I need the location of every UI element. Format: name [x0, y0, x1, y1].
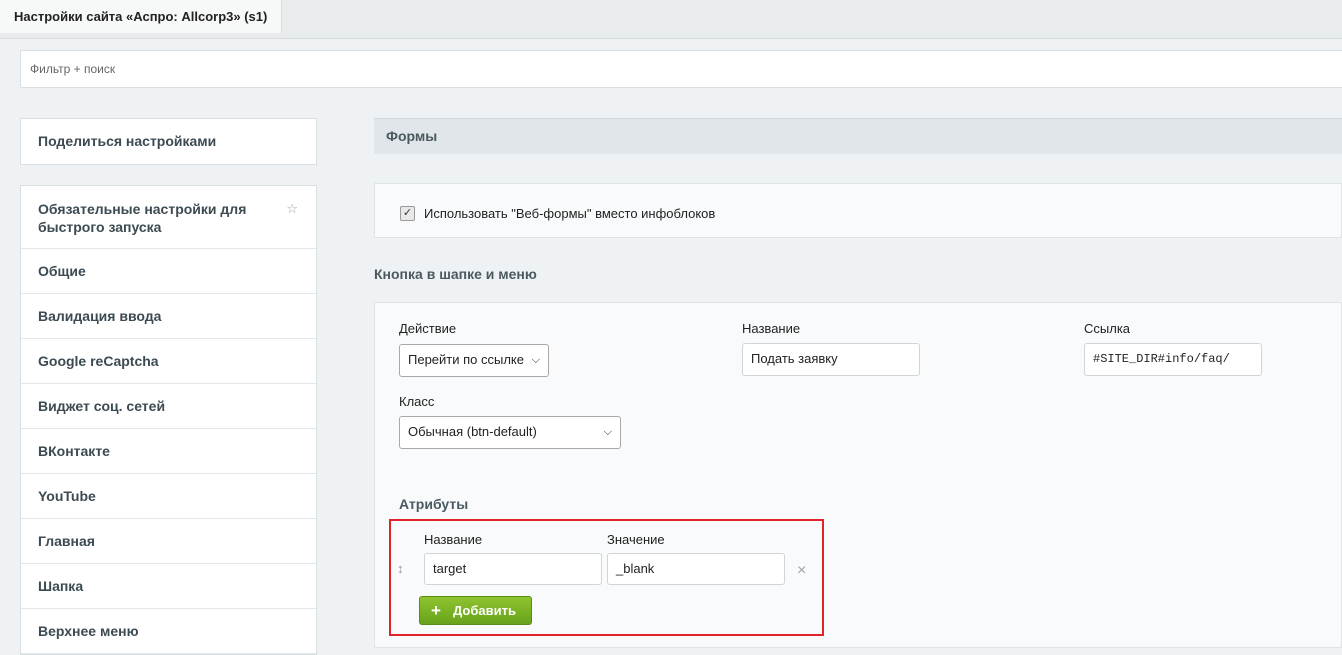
- webforms-checkbox[interactable]: ✓: [400, 206, 415, 221]
- attribute-value-header: Значение: [607, 532, 665, 547]
- add-attribute-button[interactable]: + Добавить: [419, 596, 532, 625]
- settings-sidebar: Обязательные настройки для быстрого запу…: [20, 185, 317, 655]
- close-icon[interactable]: ×: [797, 562, 806, 580]
- attributes-title: Атрибуты: [399, 496, 469, 512]
- action-select-value: Перейти по ссылке: [408, 352, 524, 367]
- sidebar-item-input-validation[interactable]: Валидация ввода: [21, 294, 316, 339]
- sidebar-item-general[interactable]: Общие: [21, 249, 316, 294]
- attribute-name-input[interactable]: target: [424, 553, 602, 585]
- sidebar-item-label: Обязательные настройки для быстрого запу…: [38, 201, 247, 235]
- tab-site-settings[interactable]: Настройки сайта «Аспро: Allcorp3» (s1): [0, 0, 282, 33]
- checkmark-icon: ✓: [402, 207, 413, 219]
- webforms-checkbox-label: Использовать "Веб-формы" вместо инфоблок…: [424, 206, 716, 221]
- sidebar-item-vkontakte[interactable]: ВКонтакте: [21, 429, 316, 474]
- class-select[interactable]: Обычная (btn-default) ⌵: [399, 416, 621, 449]
- top-bar: Настройки сайта «Аспро: Allcorp3» (s1): [0, 0, 1342, 39]
- attribute-name-header: Название: [424, 532, 483, 547]
- attribute-value-input[interactable]: _blank: [607, 553, 785, 585]
- class-label: Класс: [399, 394, 435, 409]
- link-label: Ссылка: [1084, 321, 1131, 336]
- star-icon[interactable]: ☆: [286, 200, 298, 218]
- sidebar-item-required-settings[interactable]: Обязательные настройки для быстрого запу…: [21, 186, 316, 249]
- name-input[interactable]: Подать заявку: [742, 343, 920, 376]
- class-select-value: Обычная (btn-default): [408, 424, 537, 439]
- sidebar-item-youtube[interactable]: YouTube: [21, 474, 316, 519]
- filter-search-input[interactable]: Фильтр + поиск: [20, 50, 1342, 88]
- webforms-card: ✓ Использовать "Веб-формы" вместо инфобл…: [374, 183, 1342, 238]
- section-title-forms: Формы: [374, 118, 1342, 154]
- sidebar-item-social-widget[interactable]: Виджет соц. сетей: [21, 384, 316, 429]
- sidebar-item-home[interactable]: Главная: [21, 519, 316, 564]
- drag-handle-icon[interactable]: ↕: [397, 561, 404, 576]
- name-label: Название: [742, 321, 801, 336]
- sidebar-item-top-menu[interactable]: Верхнее меню: [21, 609, 316, 654]
- action-select[interactable]: Перейти по ссылке ⌵: [399, 344, 549, 377]
- link-input[interactable]: #SITE_DIR#info/faq/: [1084, 343, 1262, 376]
- plus-icon: +: [431, 601, 441, 620]
- sidebar-item-header[interactable]: Шапка: [21, 564, 316, 609]
- chevron-down-icon: ⌵: [531, 354, 540, 366]
- add-attribute-label: Добавить: [453, 603, 516, 618]
- chevron-down-icon: ⌵: [603, 426, 612, 438]
- share-settings-button[interactable]: Поделиться настройками: [20, 118, 317, 165]
- action-label: Действие: [399, 321, 457, 336]
- sidebar-item-recaptcha[interactable]: Google reCaptcha: [21, 339, 316, 384]
- button-section-title: Кнопка в шапке и меню: [374, 266, 537, 282]
